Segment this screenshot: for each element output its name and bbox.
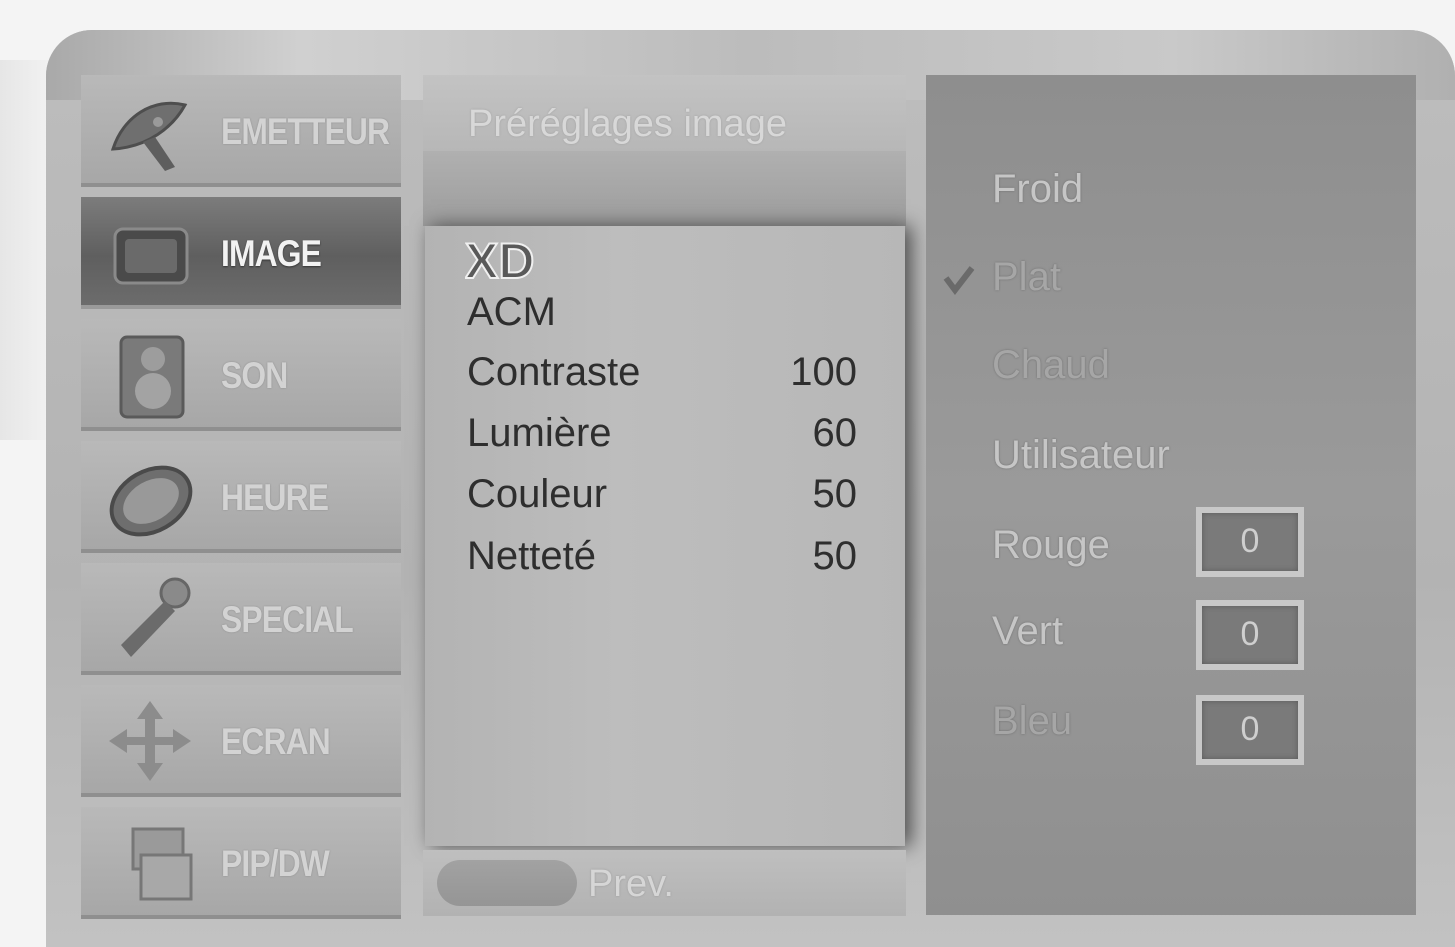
sidebar-item-label: SPECIAL	[221, 599, 354, 640]
sidebar-item-label: IMAGE	[221, 233, 322, 274]
sidebar-item-emetteur[interactable]: EMETTEUR	[81, 75, 401, 187]
nettete-row[interactable]: Netteté 50	[467, 534, 867, 584]
clock-icon	[103, 453, 198, 541]
tools-icon	[103, 575, 198, 663]
channel-vert-label: Vert	[992, 609, 1064, 653]
sidebar-item-image[interactable]: IMAGE	[81, 197, 401, 309]
pip-windows-icon	[103, 819, 198, 907]
color-temperature-panel: Froid Plat Chaud Utilisateur Rouge 0 Ver…	[926, 75, 1416, 915]
acm-label: ACM	[467, 290, 556, 334]
bleu-value-box[interactable]: 0	[1196, 695, 1304, 765]
sidebar-item-label: PIP/DW	[221, 843, 330, 884]
channel-rouge-label: Rouge	[992, 523, 1110, 567]
svg-text:XD: XD	[465, 236, 534, 284]
sidebar-item-ecran[interactable]: ECRAN	[81, 685, 401, 797]
acm-item[interactable]: ACM	[467, 290, 867, 340]
xd-logo-icon: XD	[464, 232, 585, 290]
option-plat[interactable]: Plat	[992, 255, 1061, 300]
setting-name: Contraste	[467, 350, 641, 394]
setting-name: Couleur	[467, 472, 608, 516]
channel-bleu-label: Bleu	[992, 699, 1073, 743]
sidebar-item-label: HEURE	[221, 477, 329, 518]
setting-name: Netteté	[467, 534, 596, 578]
bottom-hint-bar: Prev.	[423, 850, 906, 916]
vert-value-box[interactable]: 0	[1196, 600, 1304, 670]
picture-settings-panel: XD ACM Contraste 100 Lumière 60 Couleur …	[425, 226, 905, 846]
sidebar-item-pip-dw[interactable]: PIP/DW	[81, 807, 401, 919]
header-divider	[423, 151, 906, 226]
sidebar-item-special[interactable]: SPECIAL	[81, 563, 401, 675]
sidebar-item-label: SON	[221, 355, 288, 396]
couleur-row[interactable]: Couleur 50	[467, 472, 867, 522]
sidebar-item-label: ECRAN	[221, 721, 331, 762]
prev-button[interactable]	[437, 860, 577, 906]
sidebar-item-label: EMETTEUR	[221, 111, 390, 152]
setting-value: 50	[812, 534, 858, 578]
setting-value: 60	[812, 411, 858, 455]
checkmark-icon	[942, 262, 976, 296]
lumiere-row[interactable]: Lumière 60	[467, 411, 867, 461]
osd-menu-frame: EMETTEUR IMAGE SON HEURE SPECIAL ECRAN P…	[46, 30, 1455, 947]
option-chaud[interactable]: Chaud	[992, 343, 1110, 388]
contraste-row[interactable]: Contraste 100	[467, 350, 867, 400]
setting-value: 100	[790, 350, 857, 394]
picture-preset-header[interactable]: Préréglages image	[423, 75, 906, 151]
sidebar-item-son[interactable]: SON	[81, 319, 401, 431]
tv-screen-icon	[103, 209, 198, 297]
option-froid[interactable]: Froid	[992, 167, 1083, 212]
setting-name: Lumière	[467, 411, 612, 455]
option-utilisateur[interactable]: Utilisateur	[992, 433, 1170, 478]
sidebar-item-heure[interactable]: HEURE	[81, 441, 401, 553]
satellite-dish-icon	[103, 87, 198, 175]
setting-value: 50	[812, 472, 858, 516]
move-arrows-icon	[103, 697, 198, 785]
speaker-icon	[103, 331, 198, 419]
sidebar: EMETTEUR IMAGE SON HEURE SPECIAL ECRAN P…	[81, 75, 401, 919]
prev-label: Prev.	[588, 863, 674, 905]
rouge-value-box[interactable]: 0	[1196, 507, 1304, 577]
picture-preset-title: Préréglages image	[468, 103, 787, 145]
